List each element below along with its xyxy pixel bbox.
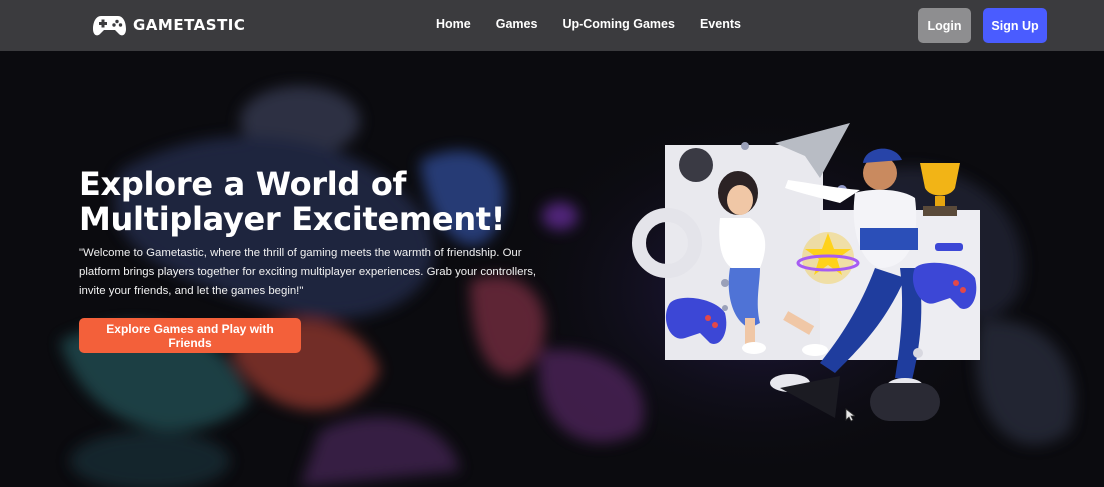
hero-description: "Welcome to Gametastic, where the thrill… [79, 247, 537, 297]
gamepad-icon [93, 16, 126, 36]
brand-name: GAMETASTIC [133, 16, 246, 34]
hero-title: Explore a World of Multiplayer Excitemen… [79, 167, 599, 237]
nav-links: Home Games Up-Coming Games Events [436, 17, 766, 31]
navbar: GAMETASTIC Home Games Up-Coming Games Ev… [0, 0, 1104, 51]
login-button[interactable]: Login [918, 8, 971, 43]
nav-link-events[interactable]: Events [700, 17, 741, 31]
nav-link-home[interactable]: Home [436, 17, 471, 31]
brand-logo[interactable]: GAMETASTIC [93, 12, 245, 38]
signup-button[interactable]: Sign Up [983, 8, 1047, 43]
hero-illustration [620, 118, 1000, 438]
hero-title-line-2: Multiplayer Excitement! [79, 200, 506, 238]
hero-title-line-1: Explore a World of [79, 165, 407, 203]
mouse-cursor-icon [845, 408, 855, 422]
explore-games-button[interactable]: Explore Games and Play with Friends [79, 318, 301, 353]
nav-link-games[interactable]: Games [496, 17, 538, 31]
nav-link-upcoming-games[interactable]: Up-Coming Games [562, 17, 675, 31]
